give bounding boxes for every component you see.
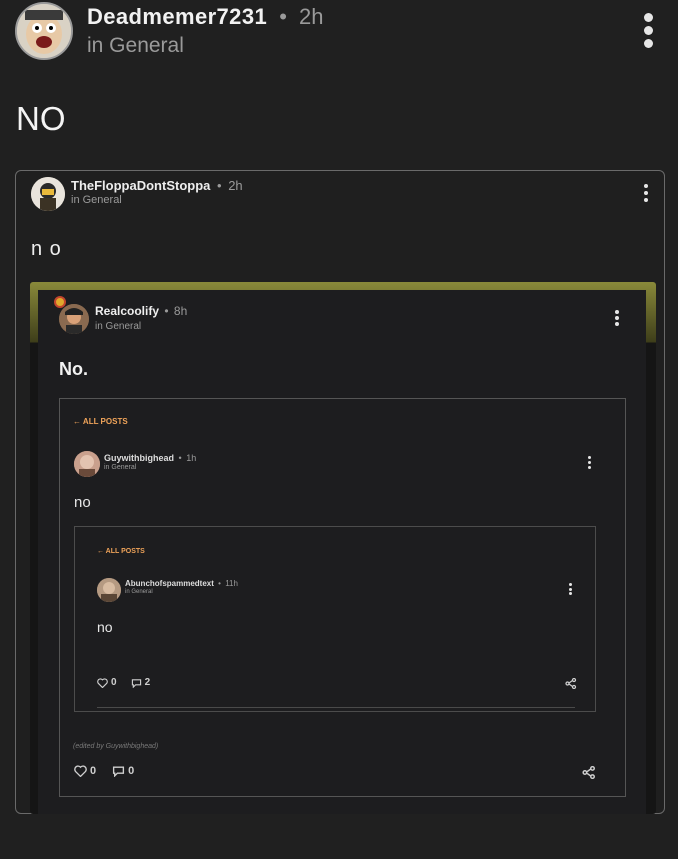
separator-dot: • (279, 4, 287, 29)
quote3-avatar[interactable] (74, 451, 100, 477)
quote3-more-icon[interactable] (587, 456, 591, 469)
heart-icon[interactable] (97, 677, 108, 688)
quote2-body: No. (59, 359, 88, 379)
quote1-more-icon[interactable] (643, 184, 649, 202)
quote4-back-link[interactable]: ← ALL POSTS (97, 548, 145, 555)
comment-icon[interactable] (131, 678, 142, 688)
quote1-time: 2h (228, 178, 243, 193)
quote4-time: 11h (225, 579, 238, 588)
heart-icon[interactable] (74, 765, 87, 777)
quote4-sep: • (218, 579, 221, 588)
quote3-body: no (74, 494, 91, 511)
quote2-location[interactable]: in General (95, 320, 187, 334)
quote2-sep: • (164, 304, 169, 318)
quote4-avatar[interactable] (97, 578, 121, 602)
quote3-sep: • (178, 453, 182, 463)
quote4-more-icon[interactable] (568, 583, 572, 595)
quote2-avatar[interactable] (59, 304, 89, 334)
post-time: 2h (299, 4, 324, 29)
quote3-edited-note: (edited by Guywithbighead) (73, 743, 159, 750)
quote1-meta: TheFloppaDontStoppa • 2h in General (71, 178, 243, 208)
author-avatar[interactable] (15, 2, 73, 60)
quote3-actions: 0 0 (74, 765, 134, 777)
quote3-comment-count: 0 (128, 765, 135, 777)
quote3-location[interactable]: in General (104, 463, 196, 473)
quote4-card[interactable] (74, 526, 596, 712)
quote2-meta: Realcoolify • 8h in General (95, 304, 187, 334)
quote3-meta: Guywithbighead • 1h in General (104, 453, 196, 473)
quote1-avatar[interactable] (31, 177, 65, 211)
quote3-back-link[interactable]: ← ALL POSTS (73, 417, 128, 426)
quote3-author[interactable]: Guywithbighead (104, 453, 174, 463)
comment-icon[interactable] (112, 765, 125, 777)
quote4-divider (97, 707, 575, 708)
quote4-comment-count: 2 (144, 677, 151, 688)
quote4-meta: Abunchofspammedtext • 11h in General (125, 579, 238, 597)
quote4-like-count: 0 (111, 677, 117, 688)
quote4-actions: 0 2 (97, 677, 150, 688)
quote3-share-icon[interactable] (582, 766, 596, 779)
quote4-body: no (97, 619, 113, 635)
quote1-author[interactable]: TheFloppaDontStoppa (71, 178, 210, 193)
quote2-more-icon[interactable] (614, 310, 619, 326)
author-name[interactable]: Deadmemer7231 (87, 4, 267, 29)
quote2-time: 8h (173, 304, 188, 318)
quote4-author[interactable]: Abunchofspammedtext (125, 579, 214, 588)
quote4-share-icon[interactable] (565, 678, 577, 689)
quote1-sep: • (217, 178, 222, 193)
post-header-meta: Deadmemer7231 • 2h in General (87, 4, 324, 59)
quote4-location[interactable]: in General (125, 588, 238, 597)
quote2-badge-icon (54, 296, 66, 308)
quote2-author[interactable]: Realcoolify (95, 304, 159, 318)
quote3-like-count: 0 (90, 765, 97, 777)
post-location[interactable]: in General (87, 33, 324, 59)
quote1-body: n o (31, 238, 62, 260)
quote3-time: 1h (186, 453, 197, 463)
post-body: NO (16, 100, 66, 137)
quote1-location[interactable]: in General (71, 193, 243, 208)
more-options-icon[interactable] (642, 13, 654, 48)
